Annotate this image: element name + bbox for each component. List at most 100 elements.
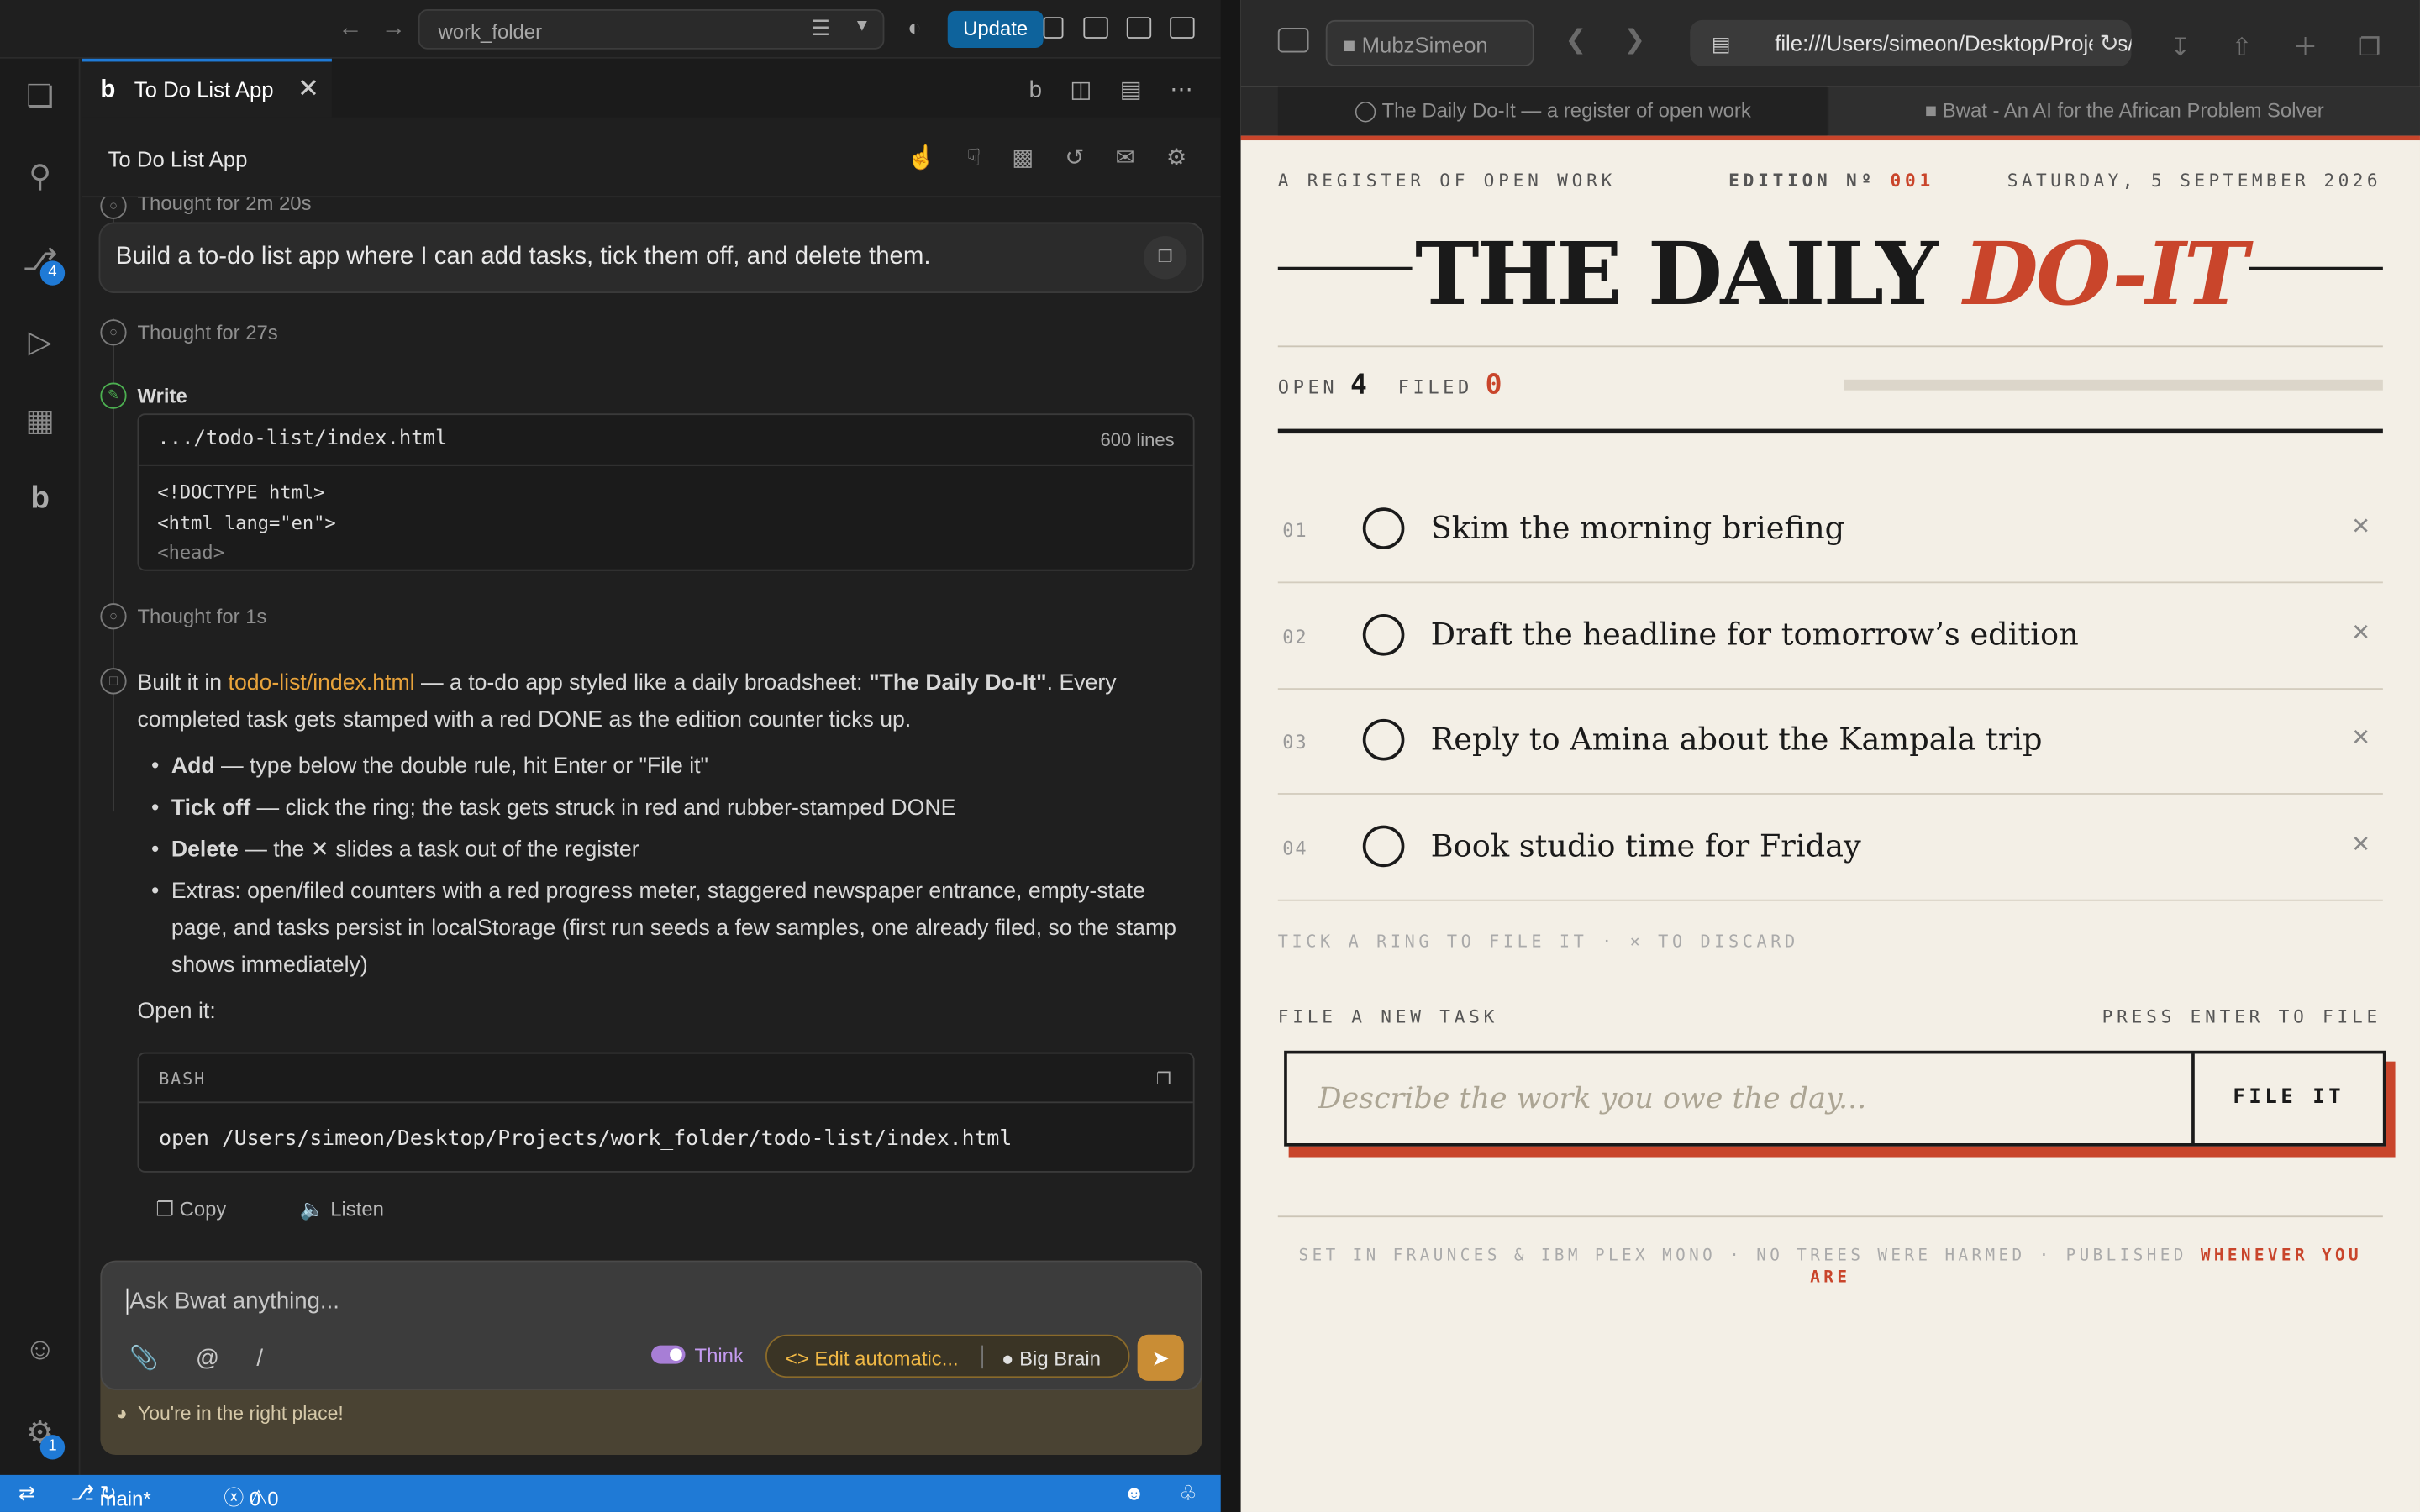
edition-number: 001 [1890,170,1935,192]
think-label: Think [694,1343,744,1368]
back-chevron-icon[interactable]: ❮ [1565,24,1586,55]
copy-icon[interactable]: ❐ [1143,236,1187,280]
copilot-status-icon[interactable]: ☻ [1123,1481,1144,1504]
error-count: 0 [249,1487,261,1511]
edition-label: EDITION Nº [1728,170,1876,192]
forward-chevron-icon[interactable]: ❯ [1623,24,1645,55]
account-icon[interactable]: ☺ [20,1333,60,1373]
code-line: <!DOCTYPE html> [157,481,325,503]
thought-label: Thought for 1s [137,604,267,628]
browser-tab-bar: ◯ The Daily Do-It — a register of open w… [1240,86,2420,136]
branch-name: main* [99,1487,151,1511]
split-editor-icon[interactable]: ◫ [1070,77,1092,103]
file-preview[interactable]: .../todo-list/index.html 600 lines <!DOC… [137,413,1195,571]
run-debug-icon[interactable]: ▷ [20,323,60,363]
settings-icon[interactable]: ⚙ [1166,145,1187,171]
toggle-panel-icon[interactable] [1126,17,1152,39]
complete-ring-checkbox[interactable] [1362,613,1405,655]
new-tab-icon[interactable]: ＋ [2293,35,2317,61]
extensions-icon[interactable]: ▦ [20,402,60,442]
feedback-icon[interactable]: ✉ [1116,145,1135,171]
editor-window: ← → work_folder ☰ ▼ ◐ Update ❏ ⚲ ⎇ 4 ▷ ▦… [0,0,1221,1512]
chat-input[interactable]: Ask Bwat anything... 📎 @ / Think <> Edit… [100,1260,1202,1390]
file-hint: PRESS ENTER TO FILE [2102,1005,2382,1028]
thumbs-down-icon[interactable]: ☟ [966,145,981,171]
thought-icon: ○ [100,319,127,346]
toggle-primary-sidebar-icon[interactable] [1083,17,1108,39]
tab-bwat[interactable]: ■ Bwat - An AI for the African Problem S… [1828,86,2420,136]
open-label: OPEN [1277,376,1339,398]
thought-label: Thought for 2m 20s [137,197,312,215]
toggle-switch-icon [651,1345,686,1364]
tab-to-do-list-app[interactable]: b To Do List App ✕ [82,58,332,118]
delete-icon[interactable]: ✕ [2351,618,2370,645]
reload-icon[interactable]: ↻ [2093,29,2119,57]
chat-input-container: Ask Bwat anything... 📎 @ / Think <> Edit… [100,1260,1202,1456]
chevron-down-icon[interactable]: ▼ [854,17,871,35]
thumbs-up-icon[interactable]: ☝ [907,145,935,171]
copy-icon[interactable]: ❐ [1156,1069,1171,1089]
sidebar-toggle-icon[interactable] [1277,28,1309,53]
toggle-secondary-sidebar-icon[interactable] [1170,17,1195,39]
search-icon[interactable]: ⚲ [20,157,60,197]
chat-header-actions: ☝ ☟ ▩ ↺ ✉ ⚙ [882,144,1187,171]
editor-actions: b ◫ ▤ ⋯ [1007,76,1193,103]
listen-button[interactable]: 🔈 Listen [300,1197,418,1221]
back-arrow-icon[interactable]: ← [338,15,362,43]
forward-arrow-icon[interactable]: → [381,15,406,43]
new-task-input[interactable]: Describe the work you owe the day... [1318,1082,1867,1116]
history-icon[interactable]: ↺ [1065,145,1084,171]
complete-ring-checkbox[interactable] [1362,718,1405,761]
notifications-bell-icon[interactable]: ♧ [1179,1481,1197,1505]
task-row: 02 Draft the headline for tomorrow’s edit… [1277,584,2383,690]
bwat-icon[interactable]: b [1029,77,1042,103]
copilot-icon[interactable]: ◐ [908,15,922,41]
problems-indicator[interactable]: ⓧ 0 ⚠ 0 [224,1481,278,1511]
slash-command-icon[interactable]: / [256,1346,263,1372]
warning-count: 0 [267,1487,279,1511]
model-selector[interactable]: ● Big Brain [1002,1347,1101,1370]
lock-icon[interactable]: ▤ [1120,77,1142,103]
delete-icon[interactable]: ✕ [2351,829,2370,857]
file-it-button[interactable]: FILE IT [2191,1053,2383,1143]
complete-ring-checkbox[interactable] [1362,824,1405,867]
listen-label: Listen [330,1197,384,1221]
think-toggle[interactable]: Think [651,1343,744,1368]
attach-icon[interactable]: 📎 [129,1346,158,1372]
bash-block[interactable]: BASH ❐ open /Users/simeon/Desktop/Projec… [137,1052,1195,1173]
edit-mode[interactable]: <> Edit automatic... [786,1347,959,1370]
window-divider[interactable] [1220,0,1241,1512]
send-button[interactable]: ➤ [1137,1334,1184,1381]
address-bar[interactable]: ▤ file:///Users/simeon/Desktop/Projects/… [1690,19,2132,66]
mention-icon[interactable]: @ [196,1346,219,1372]
copy-button[interactable]: ❐ Copy [156,1197,260,1221]
remote-icon[interactable]: ⇄ [18,1481,35,1505]
explorer-icon[interactable]: ❏ [20,77,60,118]
stats-icon[interactable]: ▩ [1012,145,1034,171]
file-link[interactable]: todo-list/index.html [229,671,415,696]
layout-icon[interactable] [1043,17,1064,39]
profile-selector[interactable]: ■ MubzSimeon [1325,19,1534,66]
code-line: <html lang="en"> [157,512,336,534]
branch-indicator[interactable]: ⎇ main* ↻ [71,1481,150,1510]
page-menu-icon[interactable]: ▤ [1712,33,1731,57]
delete-icon[interactable]: ✕ [2351,723,2370,751]
update-button[interactable]: Update [947,10,1044,48]
mode-selector[interactable]: <> Edit automatic... ● Big Brain [765,1334,1130,1378]
close-icon[interactable]: ✕ [297,74,319,105]
model-label: Big Brain [1019,1347,1101,1370]
tab-daily-do-it[interactable]: ◯ The Daily Do-It — a register of open w… [1277,86,1828,136]
chat-transcript: ○ Thought for 2m 20s Build a to-do list … [82,197,1220,1278]
bwat-logo-icon[interactable]: b [20,481,60,522]
more-icon[interactable]: ⋯ [1170,77,1193,103]
bullet-text: Extras: open/filed counters with a red p… [171,879,1176,979]
share-icon[interactable]: ⇧ [2232,35,2253,61]
complete-ring-checkbox[interactable] [1362,507,1405,549]
bullet-bold: Tick off [171,795,251,822]
browser-toolbar: ■ MubzSimeon ❮ ❯ ▤ file:///Users/simeon/… [1240,0,2420,87]
downloads-icon[interactable]: ↧ [2170,35,2191,61]
command-center[interactable]: work_folder ☰ ▼ [418,9,885,50]
tab-overview-icon[interactable]: ❐ [2359,35,2381,61]
delete-icon[interactable]: ✕ [2351,512,2370,540]
chat-icon[interactable]: ☰ [811,15,830,41]
